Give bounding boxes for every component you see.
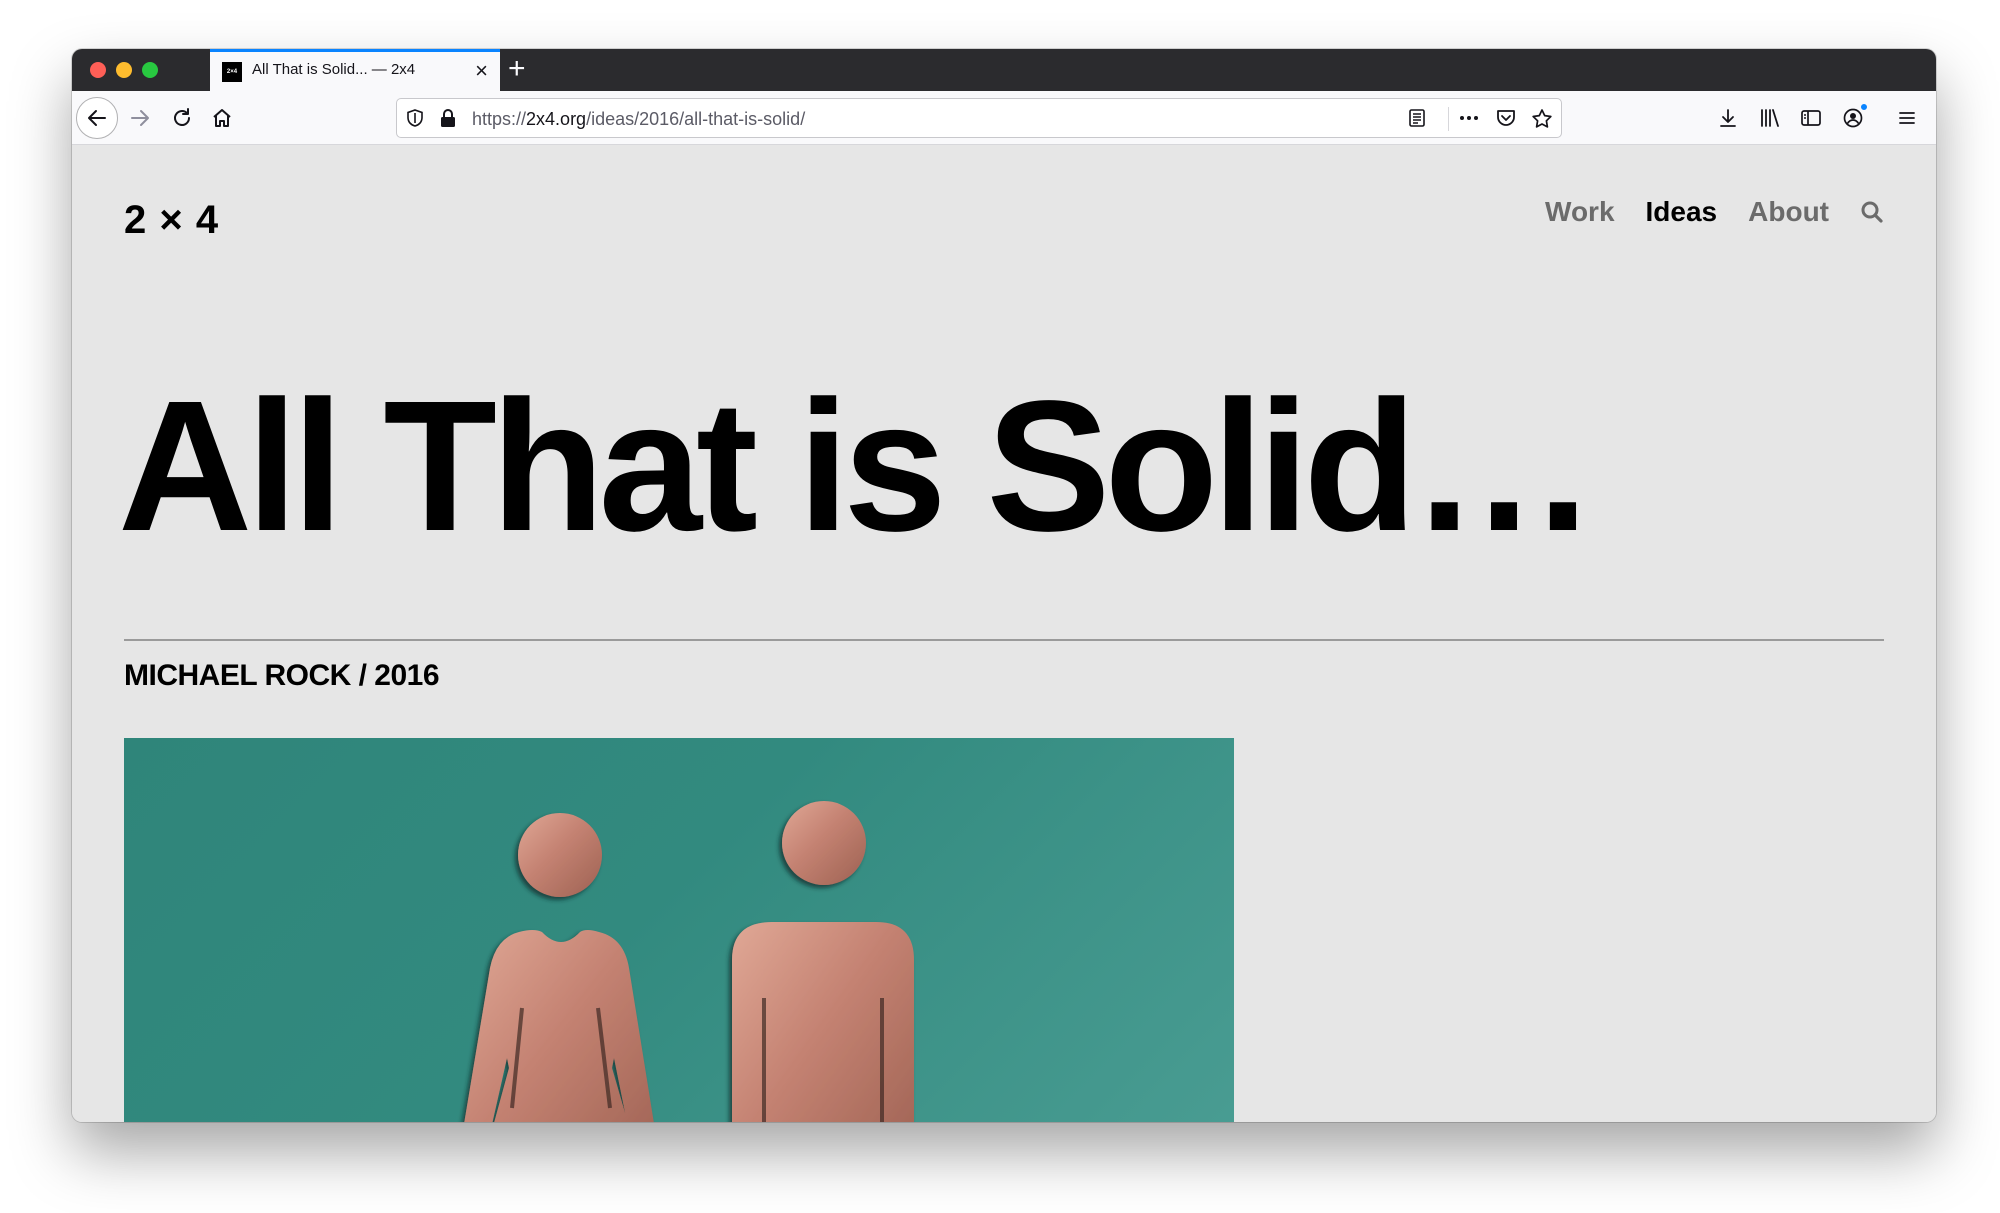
url-path: /ideas/2016/all-that-is-solid/ — [586, 109, 806, 129]
download-icon[interactable] — [1713, 103, 1743, 133]
bookmark-star-icon[interactable] — [1531, 108, 1553, 135]
nav-toolbar: https://2x4.org/ideas/2016/all-that-is-s… — [72, 91, 1936, 145]
forward-arrow-icon[interactable] — [122, 100, 158, 136]
tracking-shield-icon[interactable] — [405, 108, 425, 133]
home-icon[interactable] — [204, 100, 240, 136]
reader-view-icon[interactable] — [1407, 108, 1427, 133]
hamburger-menu-icon[interactable] — [1892, 103, 1922, 133]
browser-window: 2×4 All That is Solid... — 2x4 × + https… — [72, 49, 1936, 1122]
new-tab-plus-icon[interactable]: + — [508, 51, 526, 87]
library-icon[interactable] — [1755, 103, 1785, 133]
tab-bar: 2×4 All That is Solid... — 2x4 × + — [72, 49, 1936, 91]
sidebar-icon[interactable] — [1796, 103, 1826, 133]
close-window-button[interactable] — [90, 62, 106, 78]
url-host: 2x4.org — [526, 109, 587, 129]
active-tab[interactable]: 2×4 All That is Solid... — 2x4 × — [210, 49, 500, 91]
pocket-icon[interactable] — [1495, 108, 1517, 133]
tab-title: All That is Solid... — 2x4 — [252, 61, 416, 78]
url-scheme: https:// — [472, 109, 527, 129]
url-bar[interactable]: https://2x4.org/ideas/2016/all-that-is-s… — [396, 98, 1562, 138]
account-icon[interactable] — [1838, 103, 1868, 133]
zoom-window-button[interactable] — [142, 62, 158, 78]
nav-work-link[interactable]: Work — [1545, 196, 1615, 228]
title-divider — [124, 639, 1884, 641]
article-byline: MICHAEL ROCK / 2016 — [124, 659, 440, 692]
woman-figure-icon — [464, 813, 654, 1122]
lock-icon[interactable] — [439, 108, 457, 133]
tab-favicon-icon: 2×4 — [222, 62, 242, 82]
more-actions-icon[interactable] — [1457, 108, 1481, 133]
site-logo[interactable]: 2 × 4 — [124, 198, 219, 243]
back-arrow-icon[interactable] — [76, 97, 118, 139]
nav-ideas-link[interactable]: Ideas — [1646, 196, 1718, 228]
man-figure-icon — [732, 801, 914, 1122]
url-bar-separator — [1448, 107, 1449, 131]
hero-image-restroom-sign — [124, 738, 1234, 1122]
article-title: All That is Solid… — [118, 363, 1597, 570]
minimize-window-button[interactable] — [116, 62, 132, 78]
site-nav: Work Ideas About — [1545, 196, 1884, 228]
reload-icon[interactable] — [164, 100, 200, 136]
nav-about-link[interactable]: About — [1748, 196, 1829, 228]
tab-close-icon[interactable]: × — [475, 57, 488, 85]
account-notification-badge — [1860, 103, 1868, 111]
web-page: 2 × 4 Work Ideas About All That is Solid… — [72, 146, 1936, 1122]
url-text[interactable]: https://2x4.org/ideas/2016/all-that-is-s… — [472, 109, 805, 130]
search-icon[interactable] — [1860, 200, 1884, 224]
